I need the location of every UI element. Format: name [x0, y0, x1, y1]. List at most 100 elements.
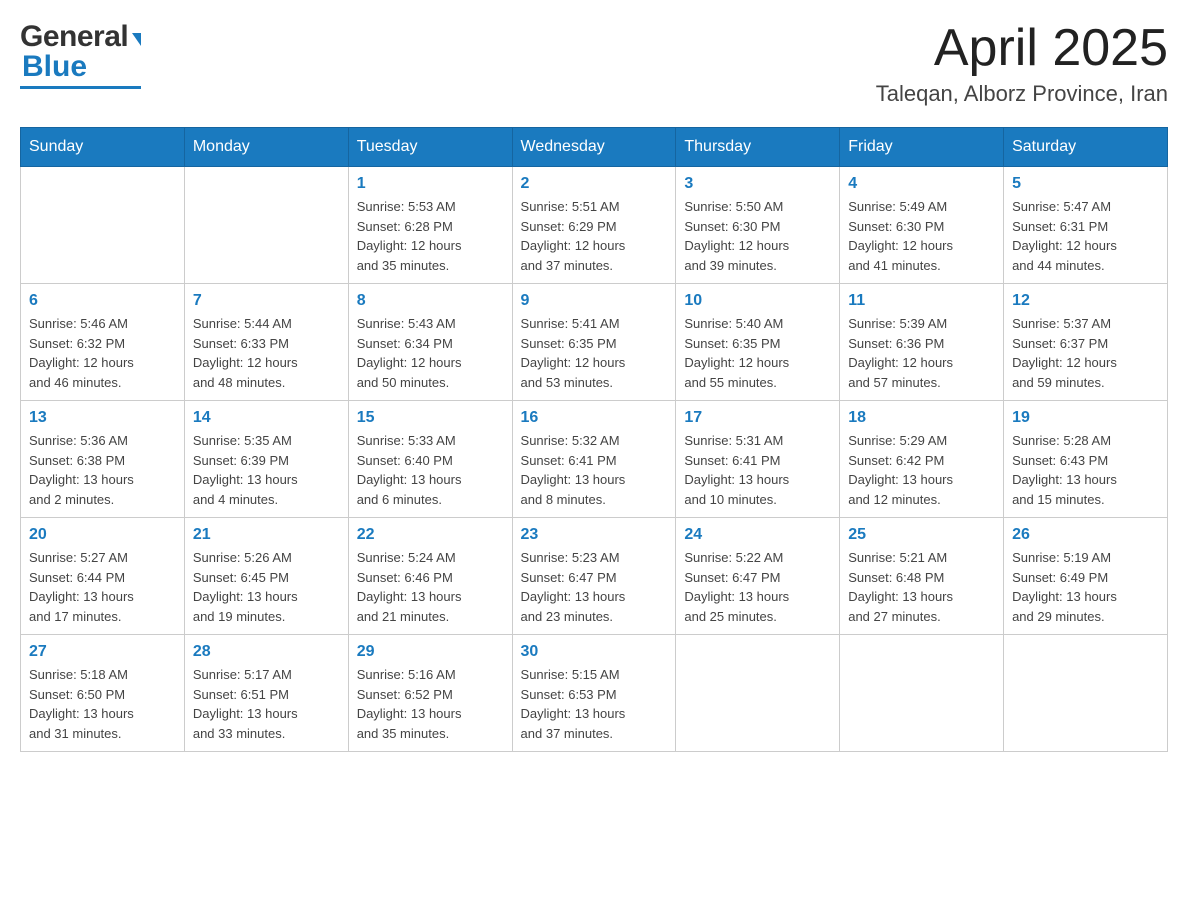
- day-info: Sunrise: 5:39 AM Sunset: 6:36 PM Dayligh…: [848, 314, 995, 392]
- calendar-cell: 1 Sunrise: 5:53 AM Sunset: 6:28 PM Daylig…: [348, 167, 512, 284]
- day-number: 28: [193, 643, 340, 661]
- day-number: 26: [1012, 526, 1159, 544]
- calendar-cell: 30 Sunrise: 5:15 AM Sunset: 6:53 PM Dayli…: [512, 635, 676, 752]
- calendar-cell: 9 Sunrise: 5:41 AM Sunset: 6:35 PM Daylig…: [512, 284, 676, 401]
- day-of-week-header: Thursday: [676, 128, 840, 167]
- calendar-week-row: 13Sunrise: 5:36 AM Sunset: 6:38 PM Dayli…: [21, 401, 1168, 518]
- day-number: 18: [848, 409, 995, 427]
- logo-general-text: General: [20, 20, 141, 54]
- day-of-week-header: Monday: [184, 128, 348, 167]
- calendar-cell: 19 Sunrise: 5:28 AM Sunset: 6:43 PM Dayli…: [1004, 401, 1168, 518]
- calendar-cell: 15 Sunrise: 5:33 AM Sunset: 6:40 PM Dayli…: [348, 401, 512, 518]
- calendar-cell: 23 Sunrise: 5:23 AM Sunset: 6:47 PM Dayli…: [512, 518, 676, 635]
- day-info: Sunrise: 5:35 AM Sunset: 6:39 PM Dayligh…: [193, 431, 340, 509]
- calendar-table: SundayMondayTuesdayWednesdayThursdayFrid…: [20, 127, 1168, 752]
- day-info: Sunrise: 5:33 AM Sunset: 6:40 PM Dayligh…: [357, 431, 504, 509]
- calendar-cell: 28 Sunrise: 5:17 AM Sunset: 6:51 PM Dayli…: [184, 635, 348, 752]
- calendar-week-row: 6 Sunrise: 5:46 AM Sunset: 6:32 PM Daylig…: [21, 284, 1168, 401]
- day-number: 2: [521, 175, 668, 193]
- day-info: Sunrise: 5:32 AM Sunset: 6:41 PM Dayligh…: [521, 431, 668, 509]
- calendar-cell: 27Sunrise: 5:18 AM Sunset: 6:50 PM Dayli…: [21, 635, 185, 752]
- calendar-cell: 10 Sunrise: 5:40 AM Sunset: 6:35 PM Dayli…: [676, 284, 840, 401]
- day-info: Sunrise: 5:28 AM Sunset: 6:43 PM Dayligh…: [1012, 431, 1159, 509]
- calendar-cell: 12Sunrise: 5:37 AM Sunset: 6:37 PM Dayli…: [1004, 284, 1168, 401]
- day-number: 19: [1012, 409, 1159, 427]
- calendar-cell: 22Sunrise: 5:24 AM Sunset: 6:46 PM Dayli…: [348, 518, 512, 635]
- logo: General Blue: [20, 20, 141, 89]
- calendar-cell: 2 Sunrise: 5:51 AM Sunset: 6:29 PM Daylig…: [512, 167, 676, 284]
- calendar-cell: 29Sunrise: 5:16 AM Sunset: 6:52 PM Dayli…: [348, 635, 512, 752]
- logo-arrow-icon: [132, 33, 141, 46]
- day-number: 16: [521, 409, 668, 427]
- day-number: 1: [357, 175, 504, 193]
- day-info: Sunrise: 5:17 AM Sunset: 6:51 PM Dayligh…: [193, 665, 340, 743]
- month-title: April 2025: [876, 20, 1168, 77]
- calendar-cell: 26 Sunrise: 5:19 AM Sunset: 6:49 PM Dayli…: [1004, 518, 1168, 635]
- day-info: Sunrise: 5:21 AM Sunset: 6:48 PM Dayligh…: [848, 548, 995, 626]
- day-number: 23: [521, 526, 668, 544]
- calendar-cell: [676, 635, 840, 752]
- day-of-week-header: Saturday: [1004, 128, 1168, 167]
- day-number: 9: [521, 292, 668, 310]
- calendar-cell: [21, 167, 185, 284]
- calendar-cell: 17Sunrise: 5:31 AM Sunset: 6:41 PM Dayli…: [676, 401, 840, 518]
- calendar-cell: 21 Sunrise: 5:26 AM Sunset: 6:45 PM Dayli…: [184, 518, 348, 635]
- day-info: Sunrise: 5:27 AM Sunset: 6:44 PM Dayligh…: [29, 548, 176, 626]
- day-number: 20: [29, 526, 176, 544]
- calendar-cell: 14Sunrise: 5:35 AM Sunset: 6:39 PM Dayli…: [184, 401, 348, 518]
- day-number: 8: [357, 292, 504, 310]
- page-header: General Blue April 2025 Taleqan, Alborz …: [20, 20, 1168, 107]
- day-number: 7: [193, 292, 340, 310]
- day-number: 30: [521, 643, 668, 661]
- day-info: Sunrise: 5:46 AM Sunset: 6:32 PM Dayligh…: [29, 314, 176, 392]
- day-of-week-header: Friday: [840, 128, 1004, 167]
- calendar-week-row: 1 Sunrise: 5:53 AM Sunset: 6:28 PM Daylig…: [21, 167, 1168, 284]
- day-info: Sunrise: 5:37 AM Sunset: 6:37 PM Dayligh…: [1012, 314, 1159, 392]
- calendar-week-row: 27Sunrise: 5:18 AM Sunset: 6:50 PM Dayli…: [21, 635, 1168, 752]
- day-info: Sunrise: 5:23 AM Sunset: 6:47 PM Dayligh…: [521, 548, 668, 626]
- calendar-cell: [1004, 635, 1168, 752]
- day-info: Sunrise: 5:53 AM Sunset: 6:28 PM Dayligh…: [357, 197, 504, 275]
- day-info: Sunrise: 5:43 AM Sunset: 6:34 PM Dayligh…: [357, 314, 504, 392]
- logo-blue-text: Blue: [20, 50, 141, 84]
- day-number: 6: [29, 292, 176, 310]
- calendar-cell: [184, 167, 348, 284]
- day-of-week-header: Tuesday: [348, 128, 512, 167]
- day-number: 15: [357, 409, 504, 427]
- calendar-cell: 3Sunrise: 5:50 AM Sunset: 6:30 PM Daylig…: [676, 167, 840, 284]
- calendar-cell: 25Sunrise: 5:21 AM Sunset: 6:48 PM Dayli…: [840, 518, 1004, 635]
- day-number: 21: [193, 526, 340, 544]
- logo-underline: [20, 86, 141, 89]
- day-info: Sunrise: 5:22 AM Sunset: 6:47 PM Dayligh…: [684, 548, 831, 626]
- day-info: Sunrise: 5:49 AM Sunset: 6:30 PM Dayligh…: [848, 197, 995, 275]
- day-info: Sunrise: 5:19 AM Sunset: 6:49 PM Dayligh…: [1012, 548, 1159, 626]
- day-info: Sunrise: 5:51 AM Sunset: 6:29 PM Dayligh…: [521, 197, 668, 275]
- calendar-cell: [840, 635, 1004, 752]
- calendar-cell: 16 Sunrise: 5:32 AM Sunset: 6:41 PM Dayli…: [512, 401, 676, 518]
- day-number: 29: [357, 643, 504, 661]
- day-info: Sunrise: 5:15 AM Sunset: 6:53 PM Dayligh…: [521, 665, 668, 743]
- calendar-cell: 20 Sunrise: 5:27 AM Sunset: 6:44 PM Dayli…: [21, 518, 185, 635]
- day-info: Sunrise: 5:26 AM Sunset: 6:45 PM Dayligh…: [193, 548, 340, 626]
- day-info: Sunrise: 5:36 AM Sunset: 6:38 PM Dayligh…: [29, 431, 176, 509]
- day-info: Sunrise: 5:18 AM Sunset: 6:50 PM Dayligh…: [29, 665, 176, 743]
- calendar-cell: 4 Sunrise: 5:49 AM Sunset: 6:30 PM Daylig…: [840, 167, 1004, 284]
- day-info: Sunrise: 5:47 AM Sunset: 6:31 PM Dayligh…: [1012, 197, 1159, 275]
- day-info: Sunrise: 5:44 AM Sunset: 6:33 PM Dayligh…: [193, 314, 340, 392]
- title-block: April 2025 Taleqan, Alborz Province, Ira…: [876, 20, 1168, 107]
- day-of-week-header: Sunday: [21, 128, 185, 167]
- calendar-header-row: SundayMondayTuesdayWednesdayThursdayFrid…: [21, 128, 1168, 167]
- day-number: 4: [848, 175, 995, 193]
- day-number: 11: [848, 292, 995, 310]
- calendar-cell: 8 Sunrise: 5:43 AM Sunset: 6:34 PM Daylig…: [348, 284, 512, 401]
- day-number: 10: [684, 292, 831, 310]
- day-number: 17: [684, 409, 831, 427]
- day-info: Sunrise: 5:41 AM Sunset: 6:35 PM Dayligh…: [521, 314, 668, 392]
- day-info: Sunrise: 5:29 AM Sunset: 6:42 PM Dayligh…: [848, 431, 995, 509]
- day-info: Sunrise: 5:40 AM Sunset: 6:35 PM Dayligh…: [684, 314, 831, 392]
- calendar-week-row: 20 Sunrise: 5:27 AM Sunset: 6:44 PM Dayli…: [21, 518, 1168, 635]
- day-info: Sunrise: 5:24 AM Sunset: 6:46 PM Dayligh…: [357, 548, 504, 626]
- calendar-cell: 13Sunrise: 5:36 AM Sunset: 6:38 PM Dayli…: [21, 401, 185, 518]
- day-of-week-header: Wednesday: [512, 128, 676, 167]
- calendar-cell: 7 Sunrise: 5:44 AM Sunset: 6:33 PM Daylig…: [184, 284, 348, 401]
